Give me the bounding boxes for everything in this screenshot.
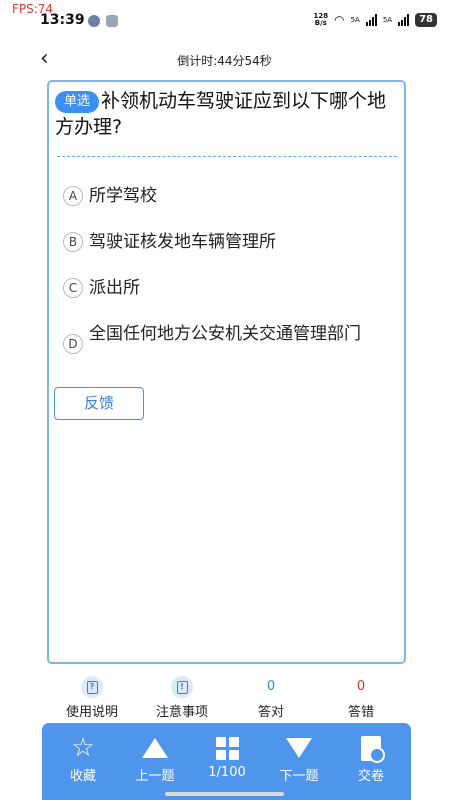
question-card: 单选 补领机动车驾驶证应到以下哪个地方办理? A 所学驾校 B 驾驶证核发地车辆管… [47,80,406,664]
home-indicator[interactable] [165,792,284,796]
screenshot-notification-icon [106,15,118,27]
signal-label-2: 5A [382,16,393,24]
option-b[interactable]: B 驾驶证核发地车辆管理所 [63,230,369,254]
countdown-timer: 倒计时:44分54秒 [177,54,272,68]
option-a[interactable]: A 所学驾校 [63,184,369,208]
signal-icon-1 [365,14,377,26]
favorite-label: 收藏 [69,769,96,784]
notice-doc-icon: ! [171,676,193,698]
option-letter: B [63,232,83,252]
question-heading: 单选 补领机动车驾驶证应到以下哪个地方办理? [49,88,404,140]
status-time: 13:39 [40,12,85,28]
option-letter: D [63,334,83,354]
next-label: 下一题 [279,769,319,784]
question-type-badge: 单选 [55,91,100,113]
signal-label-1: 5A [350,16,360,24]
help-doc-icon: ? [81,676,103,698]
help-button[interactable]: ? 使用说明 [52,676,132,720]
status-bar: 13:39 128 B/s ◠ 5A 5A 78 [0,12,449,32]
next-question-button[interactable]: 下一题 [267,735,331,784]
notes-label: 注意事项 [155,705,208,720]
battery-indicator: 78 [415,13,437,27]
status-right-cluster: 128 B/s ◠ 5A 5A 78 [313,13,437,27]
option-d[interactable]: D 全国任何地方公安机关交通管理部门 [63,322,369,354]
correct-count: 0 [266,679,276,694]
feedback-button[interactable]: 反馈 [54,387,144,420]
option-text: 驾驶证核发地车辆管理所 [89,232,276,252]
wrong-count: 0 [356,679,366,694]
net-speed: 128 B/s [313,12,329,27]
submit-paper-icon [361,735,385,763]
correct-label: 答对 [257,705,284,720]
option-text: 派出所 [89,278,140,298]
triangle-up-icon [142,738,168,758]
wrong-stat: 0 答错 [321,676,401,720]
wrong-label: 答错 [347,705,374,720]
submit-exam-button[interactable]: 交卷 [339,735,403,784]
page-header: ‹ 倒计时:44分54秒 [0,46,449,72]
help-label: 使用说明 [65,705,118,720]
question-divider [57,156,397,157]
bottom-toolbar: ☆ 收藏 上一题 1/100 下一题 交卷 [42,723,411,800]
question-text: 补领机动车驾驶证应到以下哪个地方办理? [55,90,387,138]
favorite-button[interactable]: ☆ 收藏 [51,735,115,784]
option-letter: C [63,278,83,298]
submit-label: 交卷 [357,769,384,784]
prev-question-button[interactable]: 上一题 [123,735,187,784]
triangle-down-icon [286,738,312,758]
prev-label: 上一题 [135,769,175,784]
option-text: 全国任何地方公安机关交通管理部门 [89,324,361,344]
wifi-icon: ◠ [334,13,345,27]
notes-button[interactable]: ! 注意事项 [142,676,222,720]
option-letter: A [63,186,83,206]
app-notification-icon [88,15,100,27]
option-text: 所学驾校 [89,186,157,206]
grid-icon [215,736,239,760]
signal-icon-2 [398,14,410,26]
stats-row: ? 使用说明 ! 注意事项 0 答对 0 答错 [0,676,449,720]
option-c[interactable]: C 派出所 [63,276,369,300]
correct-stat: 0 答对 [231,676,311,720]
question-grid-button[interactable]: 1/100 [195,735,259,780]
progress-label: 1/100 [208,765,246,780]
star-icon: ☆ [71,733,95,763]
